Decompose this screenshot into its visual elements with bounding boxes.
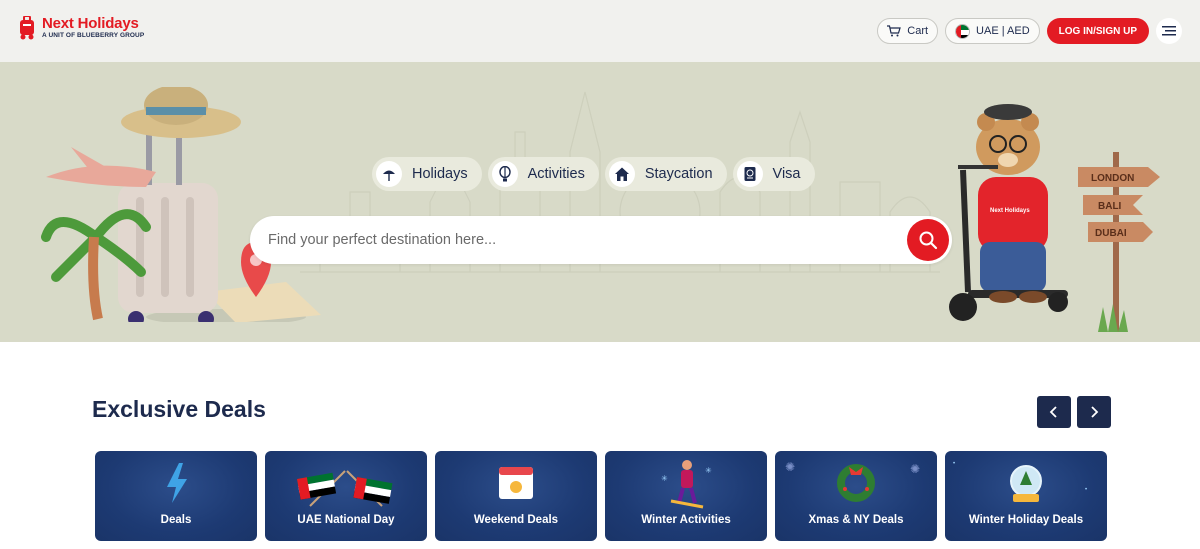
lightning-icon xyxy=(167,463,187,503)
signpost-london: LONDON xyxy=(1091,173,1134,184)
uae-flag-icon xyxy=(955,23,971,39)
brand-name: Next Holidays xyxy=(42,15,139,33)
svg-text:✳: ✳ xyxy=(705,466,712,475)
destination-search-bar xyxy=(250,216,952,264)
section-title: Exclusive Deals xyxy=(92,396,266,422)
tab-activities-label: Activities xyxy=(527,166,585,182)
login-signup-button[interactable]: LOG IN/SIGN UP xyxy=(1046,18,1149,44)
top-header: Next Holidays A UNIT OF BLUEBERRY GROUP … xyxy=(0,0,1200,62)
deal-card-xmas-ny[interactable]: ✺ ✺ Xmas & NY Deals xyxy=(775,451,937,541)
deals-carousel: Deals UAE National Day Weekend Deals ✳ ✳ … xyxy=(95,451,1107,541)
signpost-dubai: DUBAI xyxy=(1095,228,1127,239)
deal-card-label: Xmas & NY Deals xyxy=(808,514,904,526)
deal-card-weekend-deals[interactable]: Weekend Deals xyxy=(435,451,597,541)
carousel-prev-button[interactable] xyxy=(1037,396,1071,428)
deal-card-label: Weekend Deals xyxy=(473,514,559,526)
menu-button[interactable] xyxy=(1156,18,1182,44)
mascot-shirt-text: Next Holidays xyxy=(990,208,1030,214)
tab-visa-label: Visa xyxy=(772,166,801,182)
svg-text:✺: ✺ xyxy=(785,460,795,474)
passport-icon xyxy=(736,161,763,187)
deal-card-label: UAE National Day xyxy=(297,514,395,526)
brand-tagline: A UNIT OF BLUEBERRY GROUP xyxy=(42,32,145,40)
signpost-bali: BALI xyxy=(1098,201,1122,212)
chevron-left-icon xyxy=(1049,406,1057,418)
svg-text:•: • xyxy=(1085,487,1087,493)
deal-card-uae-national-day[interactable]: UAE National Day xyxy=(265,451,427,541)
hero-category-tabs: Holidays Activities Staycation Visa xyxy=(372,157,815,191)
cart-label: Cart xyxy=(907,25,929,37)
region-label: UAE | AED xyxy=(976,25,1030,37)
deal-card-label: Deals xyxy=(160,514,192,526)
region-currency-selector[interactable]: UAE | AED xyxy=(945,18,1040,44)
luggage-travel-illustration xyxy=(41,87,321,322)
carousel-nav xyxy=(1037,396,1111,428)
tab-staycation[interactable]: Staycation xyxy=(604,157,727,191)
calendar-sun-icon xyxy=(499,467,533,499)
tab-visa[interactable]: Visa xyxy=(732,157,815,191)
hero-banner: Holidays Activities Staycation Visa Find… xyxy=(0,62,1200,342)
skier-icon: ✳✳ xyxy=(661,460,712,509)
tab-holidays[interactable]: Holidays xyxy=(372,157,482,191)
svg-text:•: • xyxy=(953,461,955,467)
deal-card-deals[interactable]: Deals xyxy=(95,451,257,541)
cart-button[interactable]: Cart xyxy=(877,18,939,44)
deal-card-label: Winter Activities xyxy=(641,514,731,526)
svg-text:✺: ✺ xyxy=(910,462,920,476)
chevron-right-icon xyxy=(1091,406,1099,418)
home-icon xyxy=(608,161,635,187)
snow-globe-icon: •• xyxy=(953,461,1087,502)
svg-text:✳: ✳ xyxy=(661,474,668,483)
brand-logo[interactable]: Next Holidays A UNIT OF BLUEBERRY GROUP xyxy=(18,16,144,40)
carousel-next-button[interactable] xyxy=(1077,396,1111,428)
skyline-background-illustration xyxy=(300,91,940,273)
deal-card-winter-holiday[interactable]: • • Winter Holiday Deals xyxy=(945,451,1107,541)
hamburger-icon xyxy=(1162,26,1176,36)
uae-flags-icon xyxy=(297,470,393,507)
deal-card-winter-activities[interactable]: ✳ ✳ Winter Activities xyxy=(605,451,767,541)
tab-activities[interactable]: Activities xyxy=(487,157,599,191)
search-icon xyxy=(919,231,938,250)
bear-mascot-illustration: LONDON BALI DUBAI Next Holidays xyxy=(949,104,1160,332)
deal-card-label: Winter Holiday Deals xyxy=(968,514,1084,526)
search-input[interactable] xyxy=(268,216,888,264)
hot-air-balloon-icon xyxy=(491,161,518,187)
logo-icon xyxy=(20,16,34,40)
tab-holidays-label: Holidays xyxy=(412,166,468,182)
beach-umbrella-icon xyxy=(376,161,402,187)
tab-staycation-label: Staycation xyxy=(644,166,713,182)
cart-icon xyxy=(887,25,902,37)
wreath-icon: ✺ ✺ xyxy=(785,460,920,502)
